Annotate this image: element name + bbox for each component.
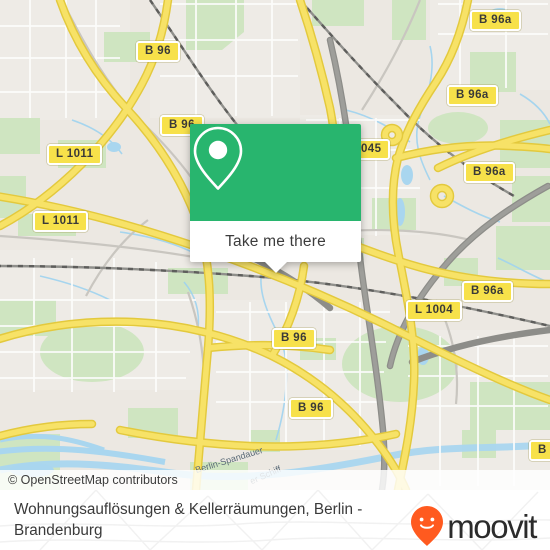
road-shield: B bbox=[529, 440, 550, 461]
map-screenshot: B 96a B 96 B 96a B 96 045 L 1011 B 96a B 96a L 1… bbox=[0, 0, 550, 550]
moovit-pin-icon bbox=[411, 506, 444, 546]
footer-bar: Wohnungsauflösungen & Kellerräumungen, B… bbox=[0, 490, 550, 550]
callout-card-body bbox=[190, 124, 361, 221]
road-shield: B 96a bbox=[464, 162, 515, 183]
take-me-there-label: Take me there bbox=[225, 232, 326, 250]
road-shield: B 96a bbox=[462, 281, 513, 302]
moovit-logo[interactable]: moovit bbox=[410, 505, 537, 547]
callout-card-footer[interactable]: Take me there bbox=[190, 221, 361, 273]
road-shield: B 96 bbox=[272, 328, 316, 349]
map-pin-icon bbox=[193, 126, 243, 190]
map-canvas[interactable]: B 96a B 96 B 96a B 96 045 L 1011 B 96a B 96a L 1… bbox=[0, 0, 550, 490]
road-shield: L 1004 bbox=[406, 300, 462, 321]
road-shield: L 1011 bbox=[47, 144, 103, 165]
place-callout-card[interactable]: Take me there bbox=[190, 124, 361, 273]
road-shield: B 96 bbox=[289, 398, 333, 419]
place-title: Wohnungsauflösungen & Kellerräumungen, B… bbox=[14, 501, 363, 539]
road-shield: B 96a bbox=[447, 85, 498, 106]
road-shield: B 96 bbox=[136, 41, 180, 62]
map-attribution[interactable]: © OpenStreetMap contributors bbox=[0, 470, 550, 490]
road-shield: L 1011 bbox=[33, 211, 89, 232]
attribution-text: © OpenStreetMap contributors bbox=[8, 473, 178, 487]
callout-tail bbox=[264, 262, 287, 273]
road-shield: B 96a bbox=[470, 10, 521, 31]
moovit-wordmark: moovit bbox=[447, 507, 537, 545]
